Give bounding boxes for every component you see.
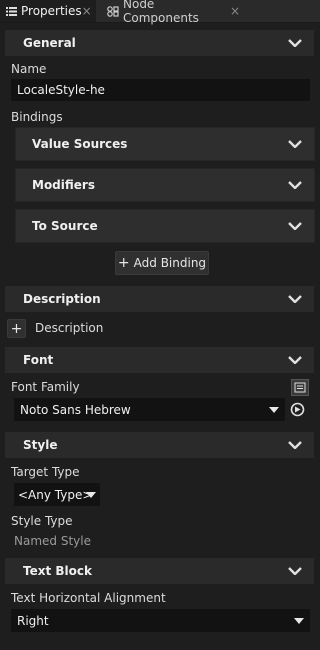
bindings-label: Bindings <box>11 110 63 124</box>
font-family-dropdown[interactable]: Noto Sans Hebrew <box>14 398 285 421</box>
chevron-down-icon <box>288 181 302 189</box>
text-halign-value: Right <box>17 613 49 628</box>
chevron-down-icon <box>288 222 302 230</box>
tab-label: Node Components <box>123 0 199 25</box>
name-value: LocaleStyle-he <box>17 83 105 97</box>
chevron-down-icon <box>288 441 302 449</box>
style-type-label: Style Type <box>11 514 73 528</box>
node-components-icon <box>107 5 119 17</box>
dropdown-arrow-icon <box>269 406 279 413</box>
tab-label: Properties <box>21 4 82 18</box>
description-label: Description <box>35 321 104 335</box>
dropdown-arrow-icon <box>294 617 304 624</box>
tab-properties[interactable]: Properties × <box>0 0 96 22</box>
close-icon[interactable]: × <box>82 4 92 18</box>
add-binding-button[interactable]: + Add Binding <box>115 251 209 275</box>
name-label: Name <box>11 62 47 76</box>
tab-node-components[interactable]: Node Components × <box>101 0 245 25</box>
target-type-value: <Any Type> <box>18 487 93 502</box>
style-type-value: Named Style <box>14 534 91 548</box>
binding-modifiers[interactable]: Modifiers <box>15 168 315 202</box>
section-title: General <box>23 36 76 50</box>
section-description[interactable]: Description <box>5 286 314 312</box>
text-halign-dropdown[interactable]: Right <box>11 609 310 632</box>
font-picker-icon[interactable] <box>291 379 309 396</box>
chevron-down-icon <box>288 356 302 364</box>
name-field[interactable]: LocaleStyle-he <box>11 79 310 101</box>
binding-to-source[interactable]: To Source <box>15 209 315 243</box>
section-font[interactable]: Font <box>5 347 314 373</box>
add-description-button[interactable]: + <box>7 319 26 338</box>
section-title: Font <box>23 353 54 367</box>
dropdown-arrow-icon <box>86 491 96 498</box>
font-family-label: Font Family <box>11 380 80 394</box>
section-title: Description <box>23 292 101 306</box>
binding-value-sources[interactable]: Value Sources <box>15 127 315 161</box>
tab-bar: Properties × Node Components × <box>0 0 320 25</box>
target-type-label: Target Type <box>11 465 80 479</box>
chevron-down-icon <box>288 39 302 47</box>
text-halign-label: Text Horizontal Alignment <box>11 591 166 605</box>
chevron-down-icon <box>288 140 302 148</box>
binding-title: Modifiers <box>32 178 95 192</box>
section-general[interactable]: General <box>5 30 314 56</box>
target-type-dropdown[interactable]: <Any Type> <box>14 483 100 506</box>
close-icon[interactable]: × <box>230 4 240 18</box>
plus-icon: + <box>117 255 130 271</box>
reset-icon[interactable] <box>290 402 305 417</box>
chevron-down-icon <box>288 567 302 575</box>
list-icon <box>6 6 17 16</box>
add-binding-label: Add Binding <box>133 256 207 270</box>
binding-title: To Source <box>32 219 98 233</box>
plus-icon: + <box>10 320 23 337</box>
font-family-value: Noto Sans Hebrew <box>20 402 131 417</box>
section-title: Text Block <box>23 564 92 578</box>
section-style[interactable]: Style <box>5 432 314 458</box>
section-text-block[interactable]: Text Block <box>5 558 314 584</box>
section-title: Style <box>23 438 58 452</box>
binding-title: Value Sources <box>32 137 128 151</box>
chevron-down-icon <box>288 295 302 303</box>
